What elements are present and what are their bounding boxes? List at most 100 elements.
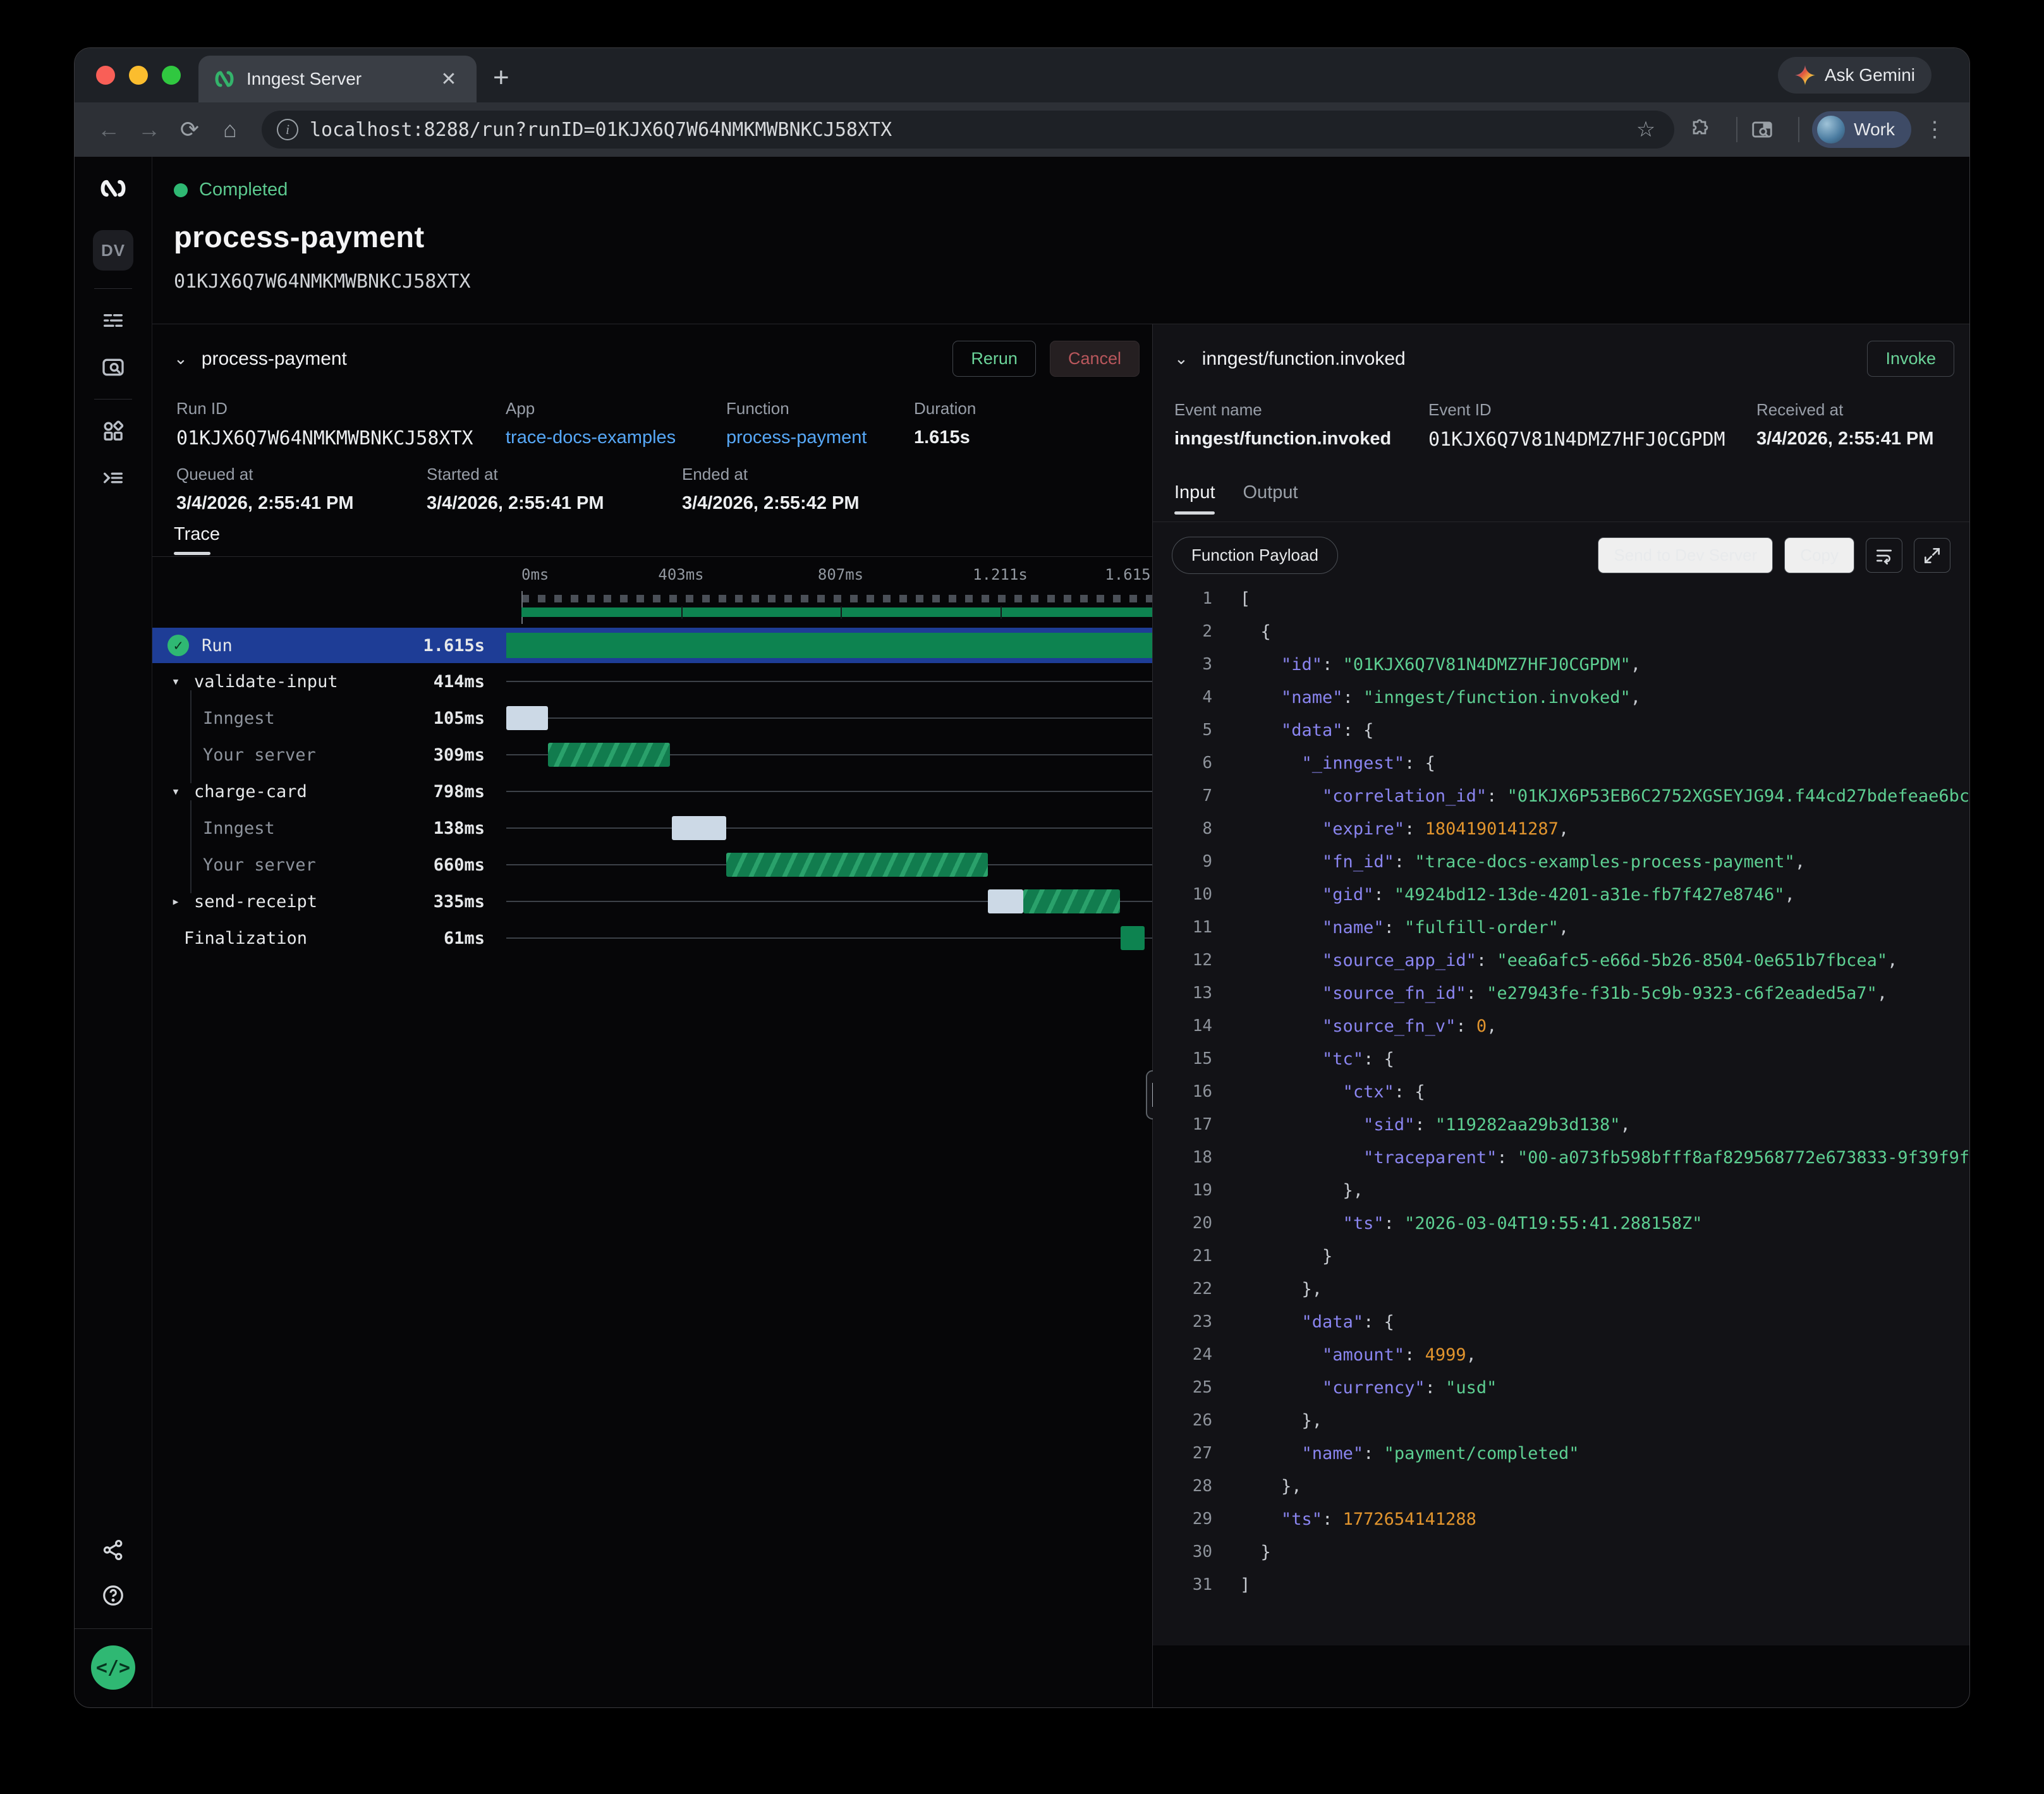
waterfall-minimap[interactable] — [521, 591, 1160, 624]
trace-row-inngest[interactable]: Inngest138ms — [152, 810, 1152, 846]
sidebar-item-terminal[interactable] — [99, 464, 127, 492]
line-number: 1 — [1172, 589, 1212, 608]
home-button[interactable]: ⌂ — [212, 116, 248, 143]
trace-row-your-server[interactable]: Your server309ms — [152, 736, 1152, 773]
line-number: 13 — [1172, 984, 1212, 1003]
trace-row-send-receipt[interactable]: ▸send-receipt335ms — [152, 883, 1152, 920]
ask-gemini-button[interactable]: Ask Gemini — [1778, 57, 1931, 94]
code-line: 18 "traceparent": "00-a073fb598bfff8af82… — [1172, 1141, 1969, 1174]
code-text: { — [1240, 622, 1271, 642]
browser-tab[interactable]: Inngest Server ✕ — [198, 56, 477, 102]
trace-step-track — [506, 700, 1145, 736]
trace-row-finalization[interactable]: Finalization61ms — [152, 920, 1152, 956]
close-window-button[interactable] — [96, 66, 115, 85]
code-text: "ts": "2026-03-04T19:55:41.288158Z" — [1240, 1214, 1703, 1233]
collapse-run-chevron-icon[interactable]: ⌄ — [174, 349, 188, 369]
browser-menu-icon[interactable]: ⋮ — [1916, 117, 1953, 142]
back-button[interactable]: ← — [91, 116, 126, 143]
trace-step-duration: 660ms — [409, 855, 485, 875]
toolbar-separator — [1736, 117, 1737, 142]
cancel-button[interactable]: Cancel — [1050, 341, 1140, 377]
event-tab-output[interactable]: Output — [1243, 482, 1298, 515]
trace-step-duration: 335ms — [409, 892, 485, 912]
trace-bar-queue — [672, 816, 727, 840]
traffic-lights — [75, 48, 198, 102]
reload-button[interactable]: ⟳ — [172, 116, 207, 143]
profile-chip[interactable]: Work — [1812, 111, 1911, 148]
line-number: 28 — [1172, 1477, 1212, 1496]
code-line: 9 "fn_id": "trace-docs-examples-process-… — [1172, 845, 1969, 878]
side-panel-search-icon[interactable] — [1750, 118, 1785, 142]
trace-step-track — [506, 883, 1145, 920]
bookmark-star-icon[interactable]: ☆ — [1636, 117, 1659, 142]
line-number: 18 — [1172, 1148, 1212, 1167]
trace-row-inngest[interactable]: Inngest105ms — [152, 700, 1152, 736]
trace-row-your-server[interactable]: Your server 660ms — [152, 846, 1152, 883]
line-number: 27 — [1172, 1444, 1212, 1463]
dev-server-button[interactable]: </> — [91, 1645, 135, 1690]
share-icon[interactable] — [99, 1536, 127, 1564]
code-text: "id": "01KJX6Q7V81N4DMZ7HFJ0CGPDM", — [1240, 655, 1641, 674]
run-meta-value[interactable]: process-payment — [726, 427, 867, 448]
minimize-window-button[interactable] — [129, 66, 148, 85]
sidebar-item-apps[interactable] — [99, 417, 127, 445]
axis-tick-label: 403ms — [658, 566, 703, 583]
run-page-header: Completed process-payment 01KJX6Q7W64NMK… — [152, 157, 1969, 324]
invoke-button[interactable]: Invoke — [1867, 341, 1954, 377]
code-line: 27 "name": "payment/completed" — [1172, 1437, 1969, 1470]
trace-row-charge-card[interactable]: ▾charge-card798ms — [152, 773, 1152, 810]
line-number: 16 — [1172, 1082, 1212, 1101]
inngest-logo-icon[interactable] — [99, 174, 127, 202]
trace-step-name: Your server — [203, 745, 316, 765]
code-text: } — [1240, 1247, 1332, 1266]
trace-step-name: Your server — [203, 855, 316, 875]
chevron-collapsed-icon[interactable]: ▸ — [167, 894, 184, 910]
run-meta-time-cell: Started at3/4/2026, 2:55:41 PM — [427, 465, 604, 514]
copy-button[interactable]: Copy — [1784, 537, 1854, 573]
address-bar[interactable]: i localhost:8288/run?runID=01KJX6Q7W64NM… — [262, 111, 1674, 149]
extensions-icon[interactable] — [1688, 118, 1724, 141]
trace-bar-queue — [988, 889, 1024, 913]
forward-button[interactable]: → — [131, 116, 167, 143]
expand-icon[interactable] — [1914, 538, 1950, 573]
event-meta-value: 01KJX6Q7V81N4DMZ7HFJ0CGPDM — [1428, 429, 1725, 451]
waterfall-axis: 0ms403ms807ms1.211s1.615s — [521, 566, 1160, 591]
tab-trace[interactable]: Trace — [174, 524, 220, 555]
help-icon[interactable] — [99, 1582, 127, 1609]
function-payload-pill[interactable]: Function Payload — [1172, 537, 1338, 574]
event-tabs: Input Output — [1174, 482, 1298, 515]
axis-tick-label: 1.211s — [973, 566, 1028, 583]
env-badge[interactable]: DV — [93, 230, 133, 271]
word-wrap-icon[interactable] — [1866, 538, 1902, 573]
sidebar-item-search[interactable] — [99, 353, 127, 381]
code-line: 11 "name": "fulfill-order", — [1172, 911, 1969, 944]
line-number: 20 — [1172, 1214, 1212, 1233]
status-badge: Completed — [199, 180, 288, 200]
tab-strip: Inngest Server ✕ + Ask Gemini — [75, 48, 1969, 102]
trace-step-track — [506, 628, 1145, 663]
run-meta-value[interactable]: trace-docs-examples — [506, 427, 676, 448]
trace-step-name: charge-card — [194, 782, 307, 802]
chevron-expanded-icon[interactable]: ▾ — [167, 784, 184, 800]
trace-step-name: Inngest — [203, 709, 275, 728]
trace-bar-exec — [548, 743, 670, 767]
trace-row-validate-input[interactable]: ▾validate-input414ms — [152, 663, 1152, 700]
trace-step-duration: 414ms — [409, 672, 485, 692]
trace-step-track — [506, 920, 1145, 956]
trace-row-run[interactable]: ✓Run1.615s — [152, 628, 1152, 663]
trace-waterfall: 0ms403ms807ms1.211s1.615s ✓Run1.615s▾val… — [152, 557, 1152, 956]
event-tab-input[interactable]: Input — [1174, 482, 1215, 515]
site-info-icon[interactable]: i — [277, 119, 298, 140]
new-tab-button[interactable]: + — [477, 62, 509, 102]
payload-json-editor[interactable]: 1[2 {3 "id": "01KJX6Q7V81N4DMZ7HFJ0CGPDM… — [1172, 582, 1969, 1708]
collapse-event-chevron-icon[interactable]: ⌄ — [1174, 349, 1188, 369]
minimap-ticks — [521, 595, 1160, 602]
code-line: 31] — [1172, 1568, 1969, 1601]
tab-close-icon[interactable]: ✕ — [436, 68, 461, 90]
sidebar-item-runs[interactable] — [99, 307, 127, 334]
code-text: [ — [1240, 589, 1250, 609]
chevron-expanded-icon[interactable]: ▾ — [167, 674, 184, 690]
rerun-button[interactable]: Rerun — [952, 341, 1036, 377]
zoom-window-button[interactable] — [162, 66, 181, 85]
send-to-dev-server-button[interactable]: Send to Dev Server — [1598, 537, 1773, 573]
